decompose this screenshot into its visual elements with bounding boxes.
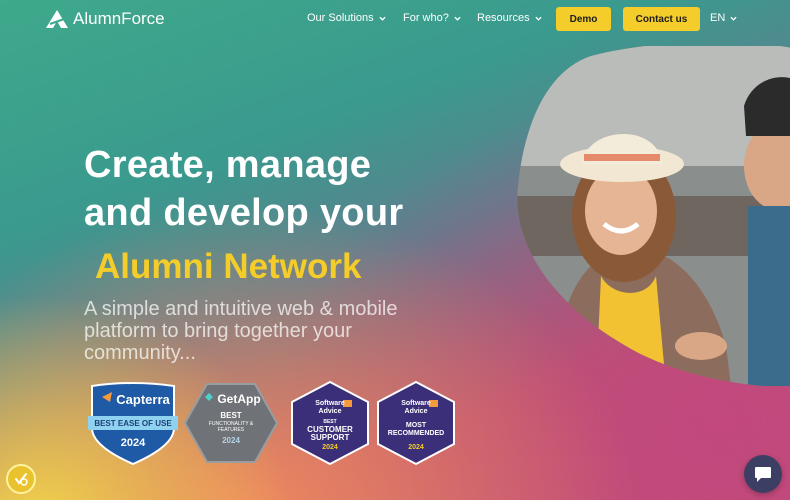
badge-title-line-1: MOST	[405, 422, 427, 429]
people-photo-illustration	[517, 46, 790, 386]
badge-brand: Capterra	[116, 392, 170, 407]
chevron-down-icon	[379, 16, 386, 21]
chevron-down-icon	[730, 16, 737, 21]
chevron-down-icon	[454, 16, 461, 21]
badge-getapp: GetApp BEST FUNCTIONALITY & FEATURES 202…	[183, 380, 279, 466]
badge-title: BEST EASE OF USE	[94, 419, 172, 428]
logo-icon	[46, 10, 68, 28]
badge-brand: GetApp	[217, 392, 261, 406]
hero-photo	[516, 46, 790, 386]
logo-text: AlumnForce	[73, 9, 165, 28]
badge-brand: Software Advice	[375, 400, 457, 416]
language-selector[interactable]: EN	[710, 12, 737, 24]
nav-for-who[interactable]: For who?	[403, 12, 461, 24]
nav-our-solutions[interactable]: Our Solutions	[307, 12, 386, 24]
badge-title: MOST RECOMMENDED	[375, 422, 457, 438]
badge-title: BEST CUSTOMER SUPPORT	[289, 418, 371, 442]
badge-software-advice-support: Software Advice BEST CUSTOMER SUPPORT 20…	[289, 380, 371, 466]
badge-year: 2024	[408, 444, 424, 451]
badge-brand: Software Advice	[289, 400, 371, 416]
badge-year: 2024	[322, 444, 338, 451]
chevron-down-icon	[534, 16, 542, 21]
top-nav: AlumnForce Our Solutions For who? Resour…	[0, 0, 790, 38]
nav-item-label: Our Solutions	[307, 12, 374, 24]
language-label: EN	[710, 12, 726, 24]
nav-item-label: Resources	[477, 12, 530, 24]
accessibility-hand-icon	[15, 473, 28, 486]
badge-brand-line-2: Advice	[318, 408, 342, 415]
badge-year: 2024	[120, 437, 146, 449]
nav-item-label: For who?	[403, 12, 449, 24]
chat-button[interactable]	[744, 455, 782, 493]
accessibility-button[interactable]	[6, 464, 36, 494]
badge-year: 2024	[222, 436, 240, 445]
badge-title-line-3: SUPPORT	[310, 433, 350, 442]
badge-brand-line-1: Software	[315, 400, 345, 407]
badge-brand-line-2: Advice	[404, 408, 428, 415]
badge-title: BEST	[220, 411, 242, 420]
badge-subtitle: FUNCTIONALITY & FEATURES	[208, 421, 254, 433]
badge-brand-line-1: Software	[401, 400, 431, 407]
hero-title-accent: Alumni Network	[95, 247, 362, 286]
chat-bubble-icon	[755, 467, 771, 482]
badge-title-line-2: RECOMMENDED	[387, 430, 445, 437]
hero-subtitle: A simple and intuitive web & mobile plat…	[84, 298, 398, 364]
nav-resources[interactable]: Resources	[477, 12, 542, 24]
logo[interactable]: AlumnForce	[46, 9, 165, 29]
badge-capterra: Capterra BEST EASE OF USE 2024	[88, 380, 178, 466]
hero-title-line-1: Create, manage	[84, 144, 372, 186]
badge-software-advice-recommended: Software Advice MOST RECOMMENDED 2024	[375, 380, 457, 466]
contact-us-button[interactable]: Contact us	[623, 7, 700, 31]
hero-title-line-2: and develop your	[84, 192, 404, 234]
demo-button[interactable]: Demo	[556, 7, 611, 31]
